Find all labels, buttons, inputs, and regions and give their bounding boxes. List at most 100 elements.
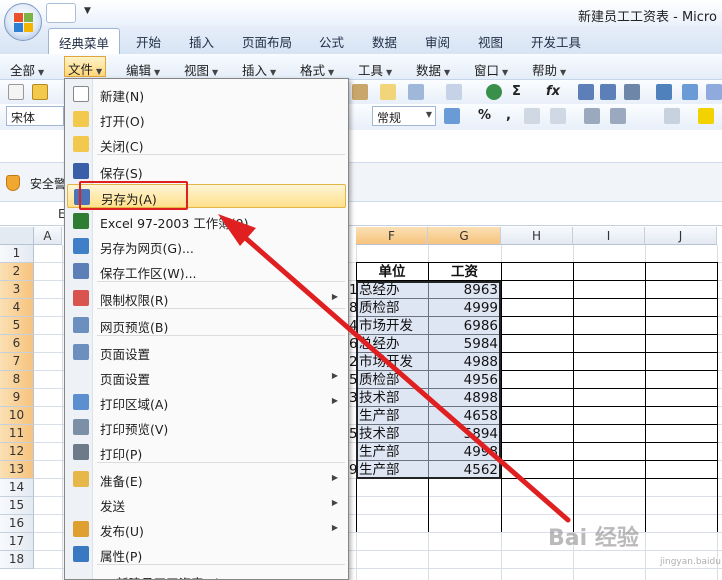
paste-icon[interactable] bbox=[352, 84, 368, 100]
cell-dept[interactable]: 技术部 bbox=[359, 425, 428, 443]
file-menu-item[interactable]: 发送 ▶ bbox=[67, 492, 346, 516]
file-menu-item[interactable]: 关闭(C) bbox=[67, 132, 346, 156]
cell-dept[interactable]: 总经办 bbox=[359, 335, 428, 353]
sort-descending-icon[interactable] bbox=[600, 84, 616, 100]
column-header-f[interactable]: F bbox=[356, 227, 428, 245]
menu-data[interactable]: 数据 ▼ bbox=[416, 60, 450, 79]
chart-icon[interactable] bbox=[656, 84, 672, 100]
tab-developer[interactable]: 开发工具 bbox=[531, 32, 581, 51]
file-menu-item[interactable]: 页面设置 ▶ bbox=[67, 365, 346, 389]
file-menu-item[interactable]: 属性(P) bbox=[67, 542, 346, 566]
number-format-select[interactable]: 常规 ▼ bbox=[372, 106, 436, 126]
row-header[interactable]: 7 bbox=[0, 353, 34, 371]
row-header[interactable]: 13 bbox=[0, 461, 34, 479]
menu-format[interactable]: 格式 ▼ bbox=[300, 60, 334, 79]
new-doc-icon[interactable] bbox=[8, 84, 24, 100]
column-header-j[interactable]: J bbox=[645, 227, 717, 245]
file-menu-item[interactable]: 打印(P) bbox=[67, 440, 346, 464]
menu-all[interactable]: 全部 ▼ bbox=[10, 60, 44, 79]
cell-salary[interactable]: 4562 bbox=[428, 461, 498, 479]
cell-salary[interactable]: 4658 bbox=[428, 407, 498, 425]
row-header[interactable]: 12 bbox=[0, 443, 34, 461]
cell-dept[interactable]: 生产部 bbox=[359, 461, 428, 479]
percent-style-icon[interactable]: % bbox=[478, 108, 491, 123]
column-header-a[interactable]: A bbox=[34, 227, 62, 245]
currency-icon[interactable] bbox=[444, 108, 460, 124]
cell-dept[interactable]: 总经办 bbox=[359, 281, 428, 299]
cell-salary[interactable]: 6986 bbox=[428, 317, 498, 335]
comma-style-icon[interactable]: , bbox=[506, 108, 511, 123]
menu-view[interactable]: 视图 ▼ bbox=[184, 60, 218, 79]
font-name-select[interactable]: 宋体 bbox=[6, 106, 64, 126]
column-header-g[interactable]: G bbox=[428, 227, 501, 245]
file-menu-item[interactable]: 限制权限(R) ▶ bbox=[67, 286, 346, 310]
cell-salary[interactable]: 5894 bbox=[428, 425, 498, 443]
cell-f2-header[interactable]: 单位 bbox=[356, 263, 428, 281]
menu-tools[interactable]: 工具 ▼ bbox=[358, 60, 392, 79]
file-menu-item[interactable]: Excel 97-2003 工作簿(9) bbox=[67, 209, 346, 233]
cell-salary[interactable]: 4898 bbox=[428, 389, 498, 407]
select-all-corner[interactable] bbox=[0, 227, 34, 245]
increase-decimal-icon[interactable] bbox=[524, 108, 540, 124]
file-menu-item[interactable]: 另存为网页(G)... bbox=[67, 234, 346, 258]
row-header[interactable]: 17 bbox=[0, 533, 34, 551]
file-menu-item[interactable]: 准备(E) ▶ bbox=[67, 467, 346, 491]
row-header[interactable]: 14 bbox=[0, 479, 34, 497]
sort-ascending-icon[interactable] bbox=[578, 84, 594, 100]
tab-formulas[interactable]: 公式 bbox=[319, 32, 344, 51]
menu-help[interactable]: 帮助 ▼ bbox=[532, 60, 566, 79]
row-header[interactable]: 15 bbox=[0, 497, 34, 515]
file-menu-item[interactable]: 发布(U) ▶ bbox=[67, 517, 346, 541]
tab-home[interactable]: 开始 bbox=[136, 32, 161, 51]
cell-salary[interactable]: 5984 bbox=[428, 335, 498, 353]
file-menu-item[interactable]: 打开(O) bbox=[67, 107, 346, 131]
filter-icon[interactable] bbox=[624, 84, 640, 100]
cell-dept[interactable]: 质检部 bbox=[359, 371, 428, 389]
hyperlink-icon[interactable] bbox=[486, 84, 502, 100]
row-header[interactable]: 3 bbox=[0, 281, 34, 299]
row-header[interactable]: 4 bbox=[0, 299, 34, 317]
autosum-icon[interactable]: Σ bbox=[512, 84, 521, 99]
file-menu-item[interactable]: 打印预览(V) bbox=[67, 415, 346, 439]
row-header[interactable]: 9 bbox=[0, 389, 34, 407]
row-header[interactable]: 1 bbox=[0, 245, 34, 263]
menu-window[interactable]: 窗口 ▼ bbox=[474, 60, 508, 79]
row-header[interactable]: 10 bbox=[0, 407, 34, 425]
file-menu-item[interactable]: 打印区域(A) ▶ bbox=[67, 390, 346, 414]
tab-page-layout[interactable]: 页面布局 bbox=[242, 32, 292, 51]
borders-icon[interactable] bbox=[664, 108, 680, 124]
cell-dept[interactable]: 市场开发 bbox=[359, 353, 428, 371]
tab-insert[interactable]: 插入 bbox=[189, 32, 214, 51]
format-painter-icon[interactable] bbox=[380, 84, 396, 100]
row-header[interactable]: 5 bbox=[0, 317, 34, 335]
row-header[interactable]: 2 bbox=[0, 263, 34, 281]
file-menu-item[interactable]: 保存工作区(W)... bbox=[67, 259, 346, 283]
menu-edit[interactable]: 编辑 ▼ bbox=[126, 60, 160, 79]
menu-file[interactable]: 文件 ▼ bbox=[64, 56, 107, 77]
row-header[interactable]: 16 bbox=[0, 515, 34, 533]
tab-classic-menu[interactable]: 经典菜单 bbox=[48, 28, 121, 54]
cell-salary[interactable]: 8963 bbox=[428, 281, 498, 299]
cell-salary[interactable]: 4999 bbox=[428, 299, 498, 317]
office-button[interactable] bbox=[4, 3, 42, 41]
quick-access-toolbar[interactable] bbox=[46, 3, 76, 23]
decrease-indent-icon[interactable] bbox=[584, 108, 600, 124]
zoom-icon[interactable] bbox=[706, 84, 722, 100]
cell-dept[interactable]: 生产部 bbox=[359, 407, 428, 425]
open-folder-icon[interactable] bbox=[32, 84, 48, 100]
undo-icon[interactable] bbox=[408, 84, 424, 100]
fill-color-icon[interactable] bbox=[698, 108, 714, 124]
menu-insert[interactable]: 插入 ▼ bbox=[242, 60, 276, 79]
cell-g2-header[interactable]: 工资 bbox=[428, 263, 501, 281]
file-menu-item[interactable]: 新建(N) bbox=[67, 82, 346, 106]
cell-dept[interactable]: 质检部 bbox=[359, 299, 428, 317]
quick-access-dropdown-icon[interactable]: ▼ bbox=[84, 6, 91, 16]
row-header[interactable]: 6 bbox=[0, 335, 34, 353]
cell-salary[interactable]: 4956 bbox=[428, 371, 498, 389]
row-header[interactable]: 8 bbox=[0, 371, 34, 389]
tab-review[interactable]: 审阅 bbox=[425, 32, 450, 51]
tab-view[interactable]: 视图 bbox=[478, 32, 503, 51]
row-header[interactable]: 11 bbox=[0, 425, 34, 443]
drawing-icon[interactable] bbox=[682, 84, 698, 100]
cell-salary[interactable]: 4988 bbox=[428, 353, 498, 371]
